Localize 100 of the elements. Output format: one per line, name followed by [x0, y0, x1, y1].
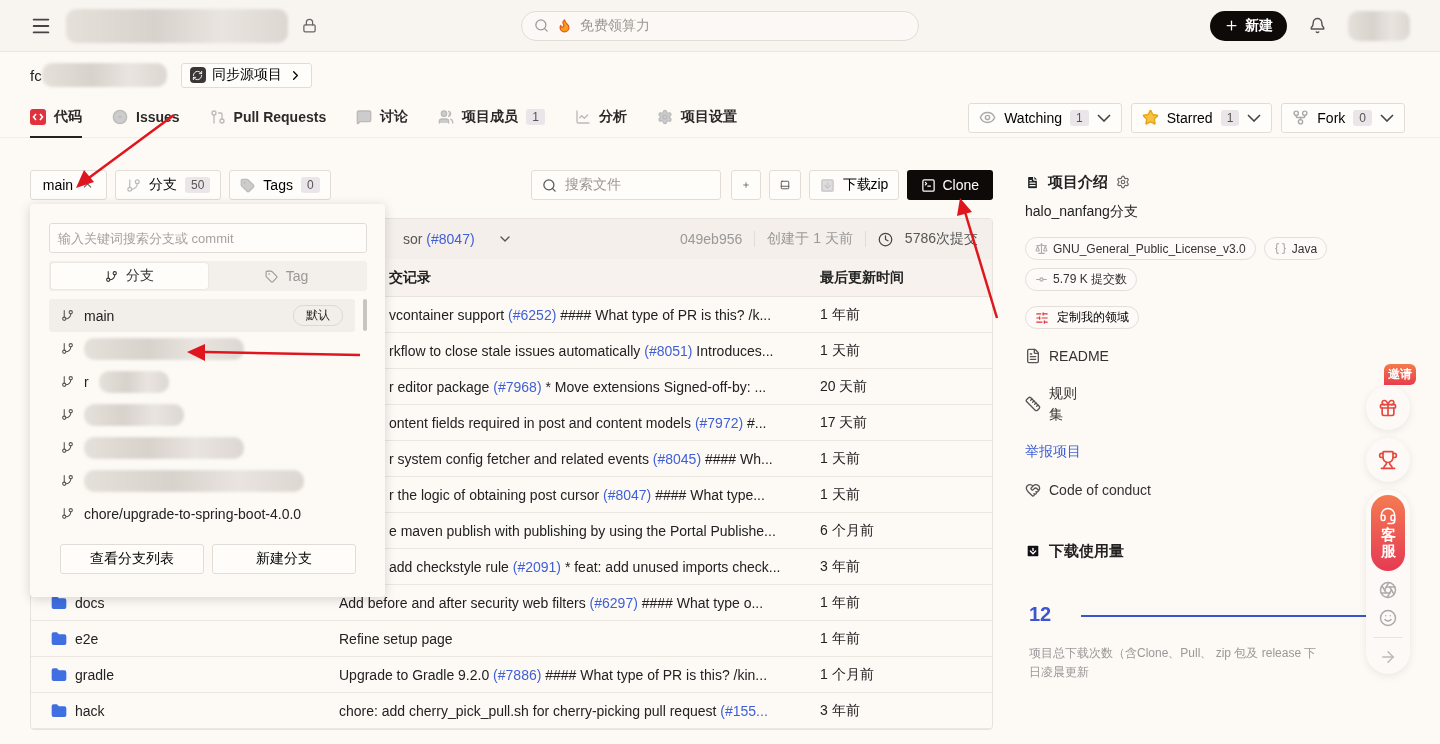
- commit-message: r editor package (#7968) * Move extensions Signed-off-by: ...: [389, 378, 767, 395]
- arrow-right-icon[interactable]: [1379, 648, 1397, 666]
- commit-message: ontent fields required in post and content models (#7972) #...: [389, 414, 767, 431]
- popup-button[interactable]: 新建分支: [212, 544, 356, 574]
- branch-name: main: [84, 307, 115, 324]
- branch-select[interactable]: main: [30, 170, 107, 200]
- redacted-avatar: [1348, 10, 1410, 41]
- section-title: 下载使用量: [1049, 541, 1124, 561]
- ruler-icon: [1025, 396, 1041, 412]
- trophy-icon: [1378, 450, 1398, 470]
- count-badge: 1: [1220, 109, 1240, 126]
- code-icon: [30, 108, 46, 125]
- nav-tab[interactable]: Pull Requests: [209, 97, 327, 138]
- gift-button[interactable]: [1366, 386, 1410, 430]
- trophy-button[interactable]: [1366, 438, 1410, 482]
- gift-icon: [1378, 398, 1398, 418]
- terminal-icon: [921, 177, 937, 193]
- pull-request-link[interactable]: (#8047): [426, 231, 475, 247]
- download-icon: [1025, 543, 1041, 559]
- branches-button[interactable]: 分支 50: [115, 170, 222, 200]
- repo-action-button[interactable]: Fork 0: [1281, 102, 1405, 133]
- branch-tab[interactable]: 分支: [51, 263, 208, 289]
- customer-service-button[interactable]: 客服: [1371, 495, 1405, 571]
- pull-request-link[interactable]: (#2091): [512, 558, 561, 575]
- commit-message: Upgrade to Gradle 9.2.0 (#7886) #### What type of PR is this? /kin...: [339, 666, 768, 683]
- pull-request-link[interactable]: (#7972): [694, 414, 744, 431]
- pull-request-link[interactable]: (#7968): [493, 378, 542, 395]
- tag-icon: [264, 269, 278, 283]
- pull-request-link[interactable]: (#7886): [493, 666, 542, 683]
- nav-tab[interactable]: 项目成员 1: [438, 97, 545, 138]
- sidebar-link[interactable]: 举报项目: [1025, 441, 1081, 463]
- pull-request-icon: [209, 108, 226, 125]
- pull-request-link[interactable]: (#6297): [589, 594, 638, 611]
- file-name[interactable]: hack: [75, 702, 105, 719]
- search-icon: [541, 177, 557, 193]
- branch-name: chore/upgrade-to-spring-boot-4.0.0: [84, 505, 302, 522]
- popup-button[interactable]: 查看分支列表: [60, 544, 204, 574]
- commit-message: r system config fetcher and related events (#8045) #### Wh...: [389, 450, 773, 467]
- branch-item[interactable]: chore/upgrade-to-spring-boot-4.0.0: [49, 497, 355, 530]
- branch-item[interactable]: r: [49, 365, 355, 398]
- tags-button[interactable]: Tags 0: [229, 170, 331, 200]
- repo-action-button[interactable]: Starred 1: [1130, 102, 1273, 133]
- pull-request-link[interactable]: (#8045): [652, 450, 702, 467]
- branch-icon: [61, 342, 74, 355]
- pull-request-link[interactable]: (#6252): [508, 306, 557, 323]
- file-name[interactable]: e2e: [75, 630, 99, 647]
- commit-message: r the logic of obtaining post cursor (#8047) #### What type...: [389, 486, 765, 503]
- file-name[interactable]: docs: [75, 594, 105, 611]
- caption-text: 项目总下载次数（含Clone、Pull、 zip 包及 release 下: [1029, 645, 1317, 662]
- chat-icon: [356, 108, 373, 125]
- folder-icon: [51, 666, 67, 683]
- updated-time: 1 天前: [820, 341, 860, 360]
- chevron-down-icon: [1380, 113, 1394, 122]
- headset-icon: [1379, 506, 1397, 525]
- branch-icon: [61, 441, 74, 454]
- download-zip-button[interactable]: 下载zip: [808, 170, 900, 200]
- pull-request-link[interactable]: (#8051): [644, 342, 693, 359]
- nav-tab[interactable]: 代码: [30, 97, 82, 138]
- branch-icon: [61, 474, 74, 487]
- section-title: 项目介绍: [1048, 172, 1108, 192]
- pull-request-link[interactable]: (#8047): [603, 486, 652, 503]
- sync-source-button[interactable]: 同步源项目: [180, 62, 312, 88]
- clock-icon: [877, 231, 893, 247]
- invite-badge: 邀请: [1384, 364, 1416, 385]
- count-badge: 0: [300, 177, 320, 193]
- customize-domain-button[interactable]: 定制我的领域: [1025, 306, 1139, 329]
- layout-button[interactable]: [768, 170, 801, 200]
- pull-request-link[interactable]: (#155...: [720, 702, 768, 719]
- clone-button[interactable]: Clone: [907, 170, 993, 200]
- info-chip: Java: [1263, 237, 1328, 260]
- new-button[interactable]: 新建: [1210, 10, 1287, 41]
- smile-icon[interactable]: [1379, 609, 1397, 627]
- nav-tab[interactable]: 项目设置: [656, 97, 737, 138]
- info-chip: 5.79 K 提交数: [1025, 268, 1138, 291]
- nav-tab[interactable]: 讨论: [356, 97, 409, 138]
- sidebar-link[interactable]: Code of conduct: [1025, 479, 1151, 501]
- folder-icon: [51, 702, 67, 719]
- sidebar-link[interactable]: README: [1025, 345, 1109, 367]
- nav-tab[interactable]: 分析: [574, 97, 627, 138]
- scale-icon: [1035, 242, 1048, 255]
- count-badge: 50: [185, 177, 211, 193]
- swirl-icon[interactable]: [1379, 581, 1397, 599]
- branch-search-field[interactable]: 输入关键词搜索分支或 commit: [49, 223, 367, 253]
- fork-icon: [1292, 109, 1310, 126]
- redacted-block: [98, 370, 169, 393]
- created-time: 创建于 1 天前: [767, 230, 853, 248]
- updated-time: 1 个月前: [820, 665, 874, 684]
- bell-icon[interactable]: [1309, 17, 1326, 34]
- branch-name: r: [84, 373, 89, 390]
- branch-item[interactable]: main 默认: [49, 299, 355, 332]
- branch-icon: [61, 507, 74, 520]
- eye-icon: [979, 109, 997, 126]
- file-name[interactable]: gradle: [75, 666, 114, 683]
- tag-icon: [240, 177, 256, 193]
- nav-tab[interactable]: Issues: [112, 97, 180, 138]
- sidebar-link[interactable]: 规则集: [1025, 383, 1079, 425]
- settings-icon[interactable]: [1116, 175, 1130, 189]
- repo-action-button[interactable]: Watching 1: [968, 102, 1122, 133]
- updated-time: 1 年前: [820, 593, 860, 612]
- commit-message: vcontainer support (#6252) #### What type of PR is this? /k...: [389, 306, 772, 323]
